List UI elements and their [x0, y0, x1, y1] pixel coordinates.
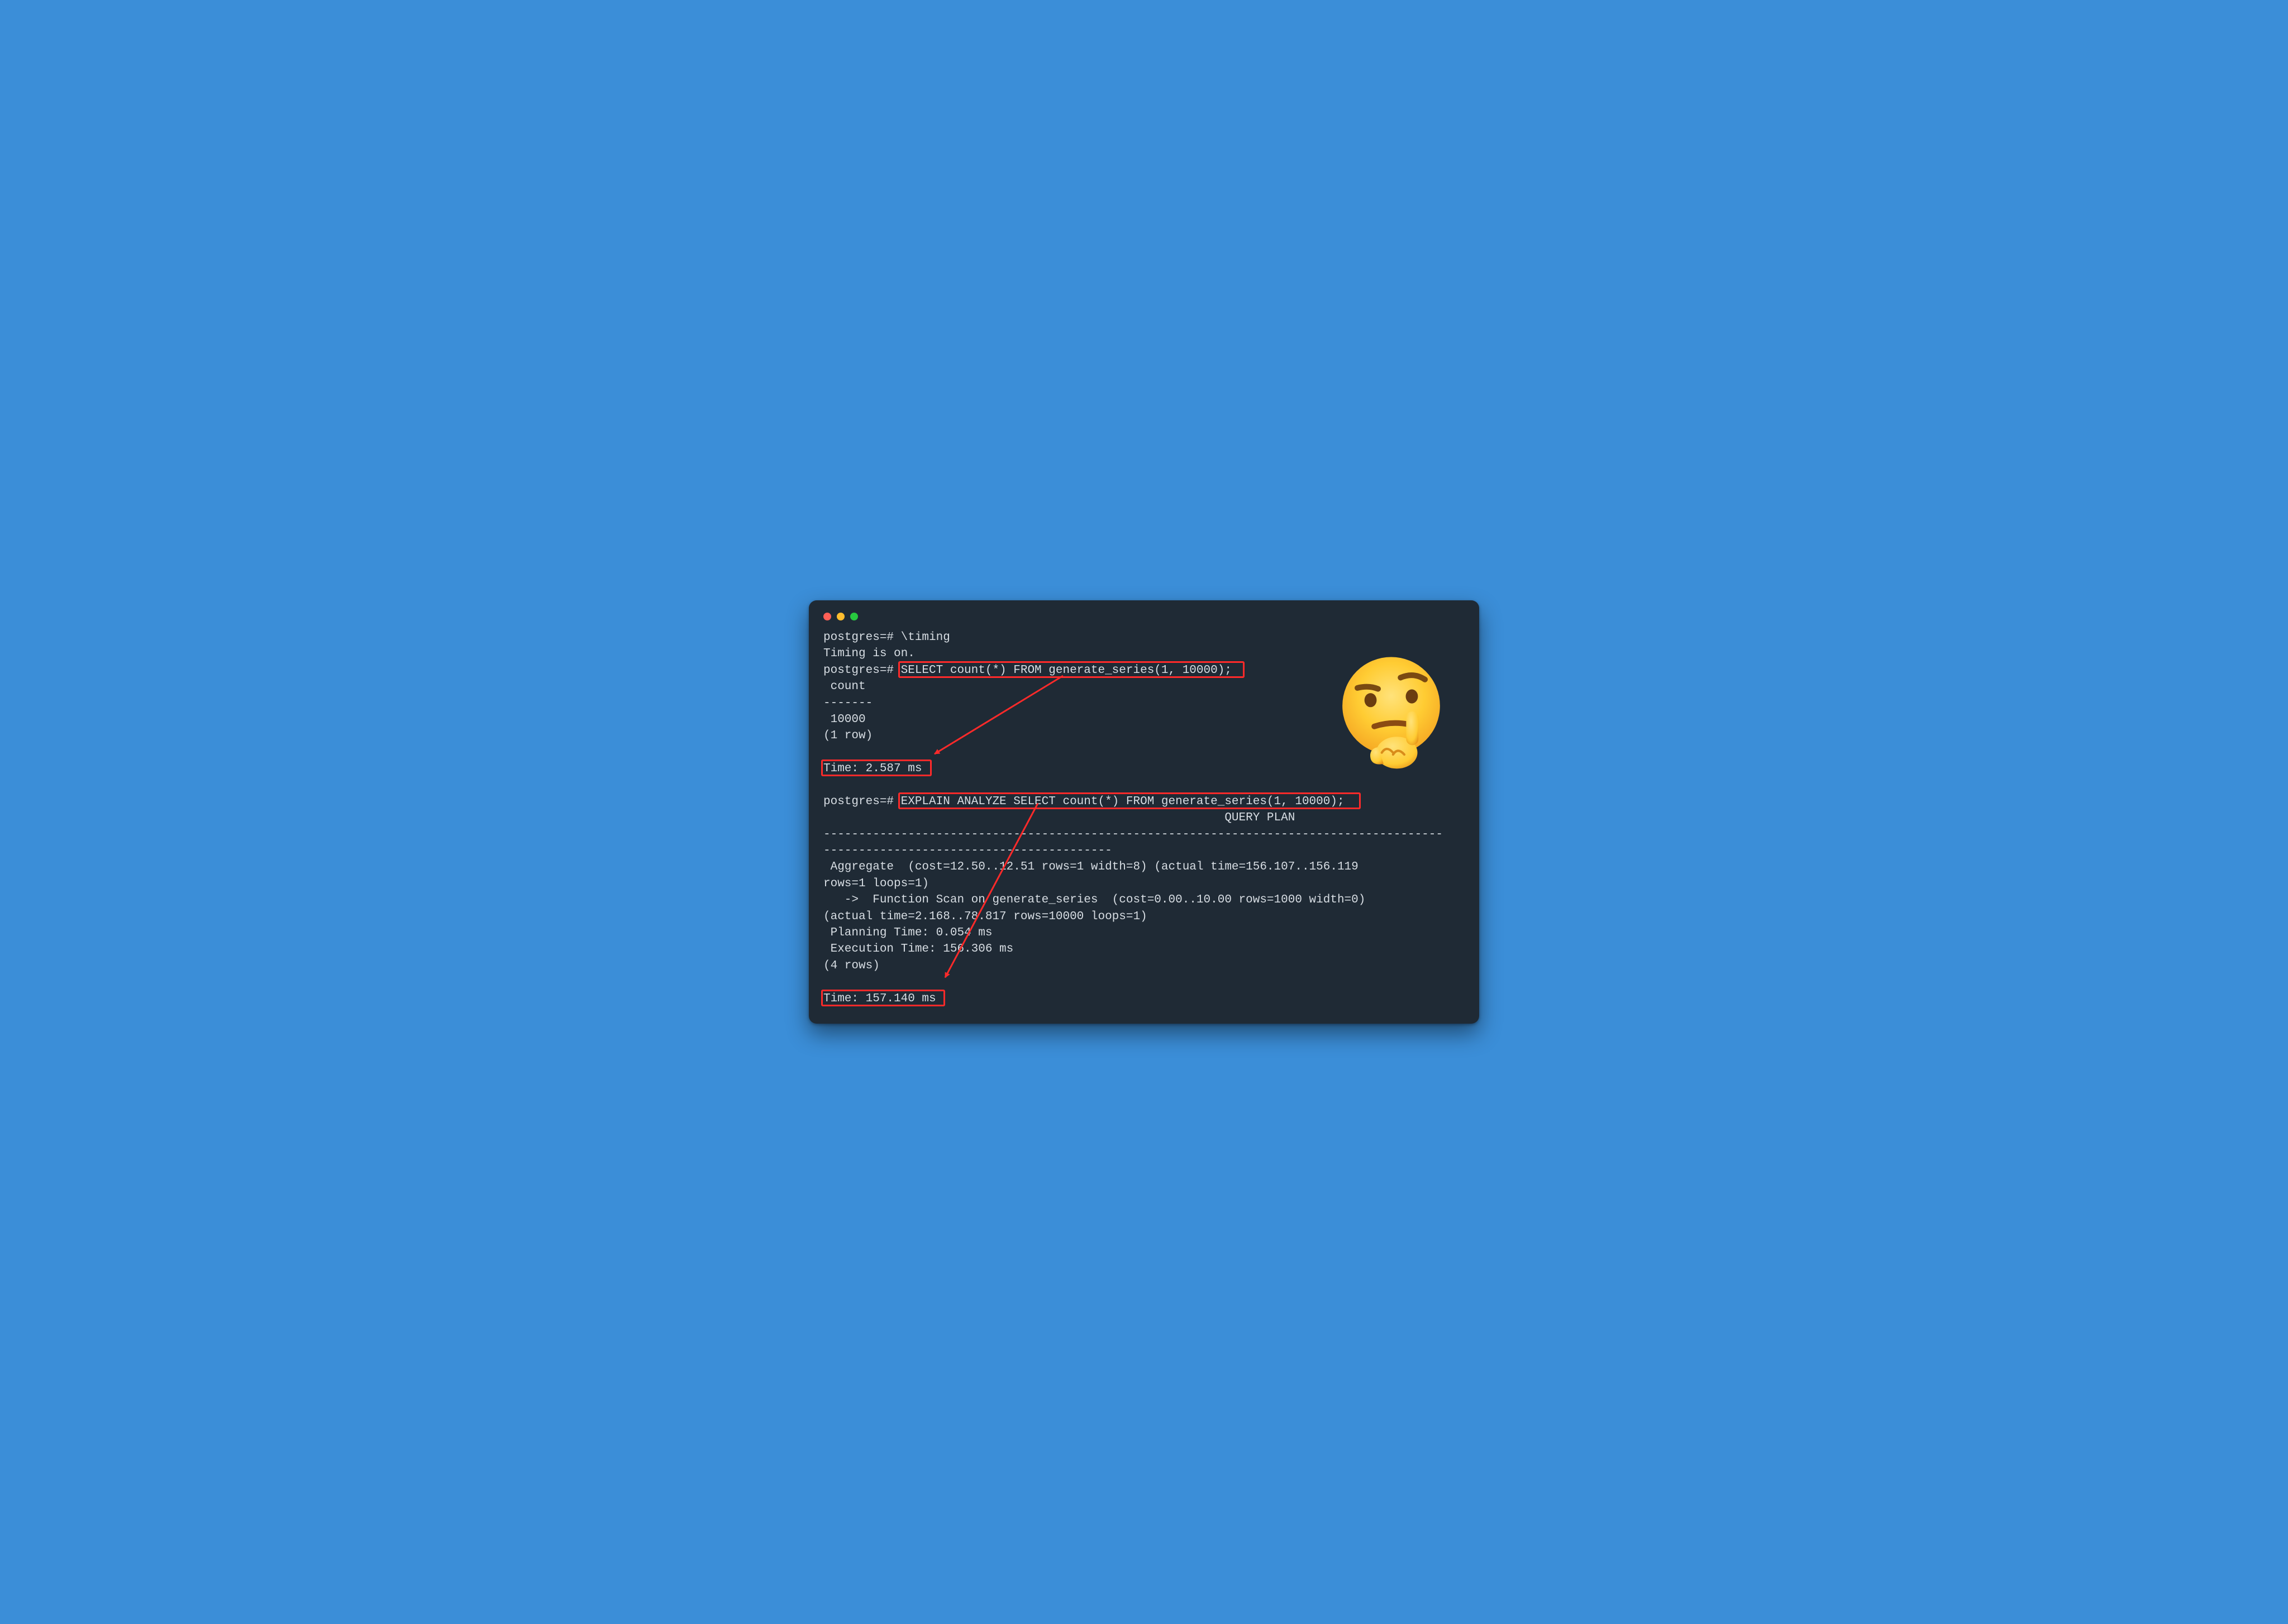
stage: postgres=# \timing Timing is on. postgre… — [780, 554, 1508, 1070]
minimize-icon[interactable] — [837, 613, 845, 620]
terminal-window: postgres=# \timing Timing is on. postgre… — [809, 600, 1479, 1024]
zoom-icon[interactable] — [850, 613, 858, 620]
window-controls — [823, 613, 1465, 620]
thinking-face-icon — [1331, 649, 1451, 770]
close-icon[interactable] — [823, 613, 831, 620]
